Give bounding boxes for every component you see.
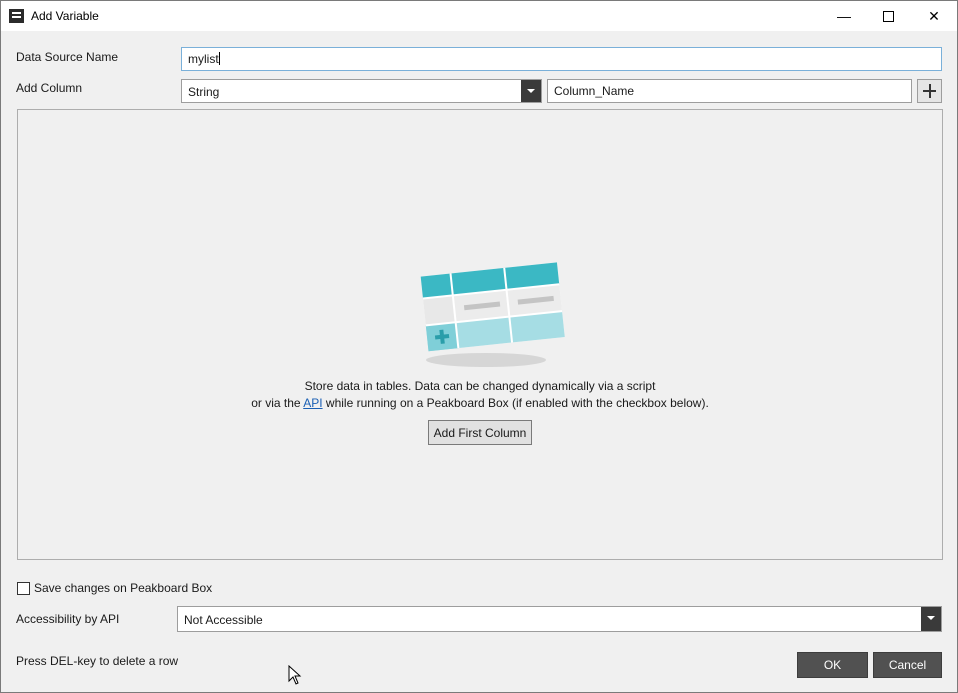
accessibility-label: Accessibility by API — [16, 612, 120, 626]
api-link[interactable]: API — [303, 396, 322, 410]
maximize-button[interactable] — [865, 1, 911, 31]
empty-state-line-1: Store data in tables. Data can be change… — [304, 379, 656, 393]
empty-state-line-2: or via the API while running on a Peakbo… — [18, 396, 942, 410]
columns-table-area: Store data in tables. Data can be change… — [17, 109, 943, 560]
empty-state-line-2-prefix: or via the — [251, 396, 304, 410]
add-column-button[interactable] — [917, 79, 942, 103]
delete-row-hint: Press DEL-key to delete a row — [16, 654, 179, 668]
column-name-input[interactable]: Column_Name — [547, 79, 912, 103]
chevron-down-icon[interactable] — [921, 607, 941, 631]
minimize-button[interactable]: — — [821, 1, 867, 31]
text-caret — [218, 52, 220, 65]
title-bar: Add Variable — ✕ — [1, 1, 957, 31]
table-illustration — [420, 262, 565, 367]
data-source-name-input[interactable]: mylist — [181, 47, 942, 71]
accessibility-value: Not Accessible — [184, 613, 263, 627]
maximize-icon — [882, 10, 894, 22]
data-source-name-label: Data Source Name — [16, 50, 119, 64]
add-first-column-button[interactable]: Add First Column — [428, 420, 532, 445]
peakboard-app-icon — [9, 9, 24, 23]
empty-state-line-2-suffix: while running on a Peakboard Box (if ena… — [322, 396, 709, 410]
column-type-value: String — [188, 85, 220, 99]
illustration-shadow — [426, 353, 546, 367]
close-icon: ✕ — [928, 7, 940, 24]
data-source-name-value: mylist — [188, 52, 219, 66]
cancel-button[interactable]: Cancel — [873, 652, 942, 678]
add-column-label: Add Column — [16, 81, 83, 95]
save-changes-checkbox[interactable] — [17, 582, 30, 595]
close-button[interactable]: ✕ — [911, 1, 957, 31]
minimize-icon: — — [837, 8, 851, 24]
chevron-down-icon[interactable] — [521, 80, 541, 102]
illustration-table — [420, 262, 565, 352]
accessibility-select[interactable]: Not Accessible — [177, 606, 942, 632]
mouse-cursor-icon — [288, 665, 302, 685]
window-title: Add Variable — [31, 9, 99, 23]
ok-button[interactable]: OK — [797, 652, 868, 678]
add-variable-dialog: Add Variable — ✕ Data Source Name mylist… — [0, 0, 958, 693]
column-type-select[interactable]: String — [181, 79, 542, 103]
save-changes-label[interactable]: Save changes on Peakboard Box — [34, 581, 212, 595]
column-name-value: Column_Name — [554, 84, 635, 98]
